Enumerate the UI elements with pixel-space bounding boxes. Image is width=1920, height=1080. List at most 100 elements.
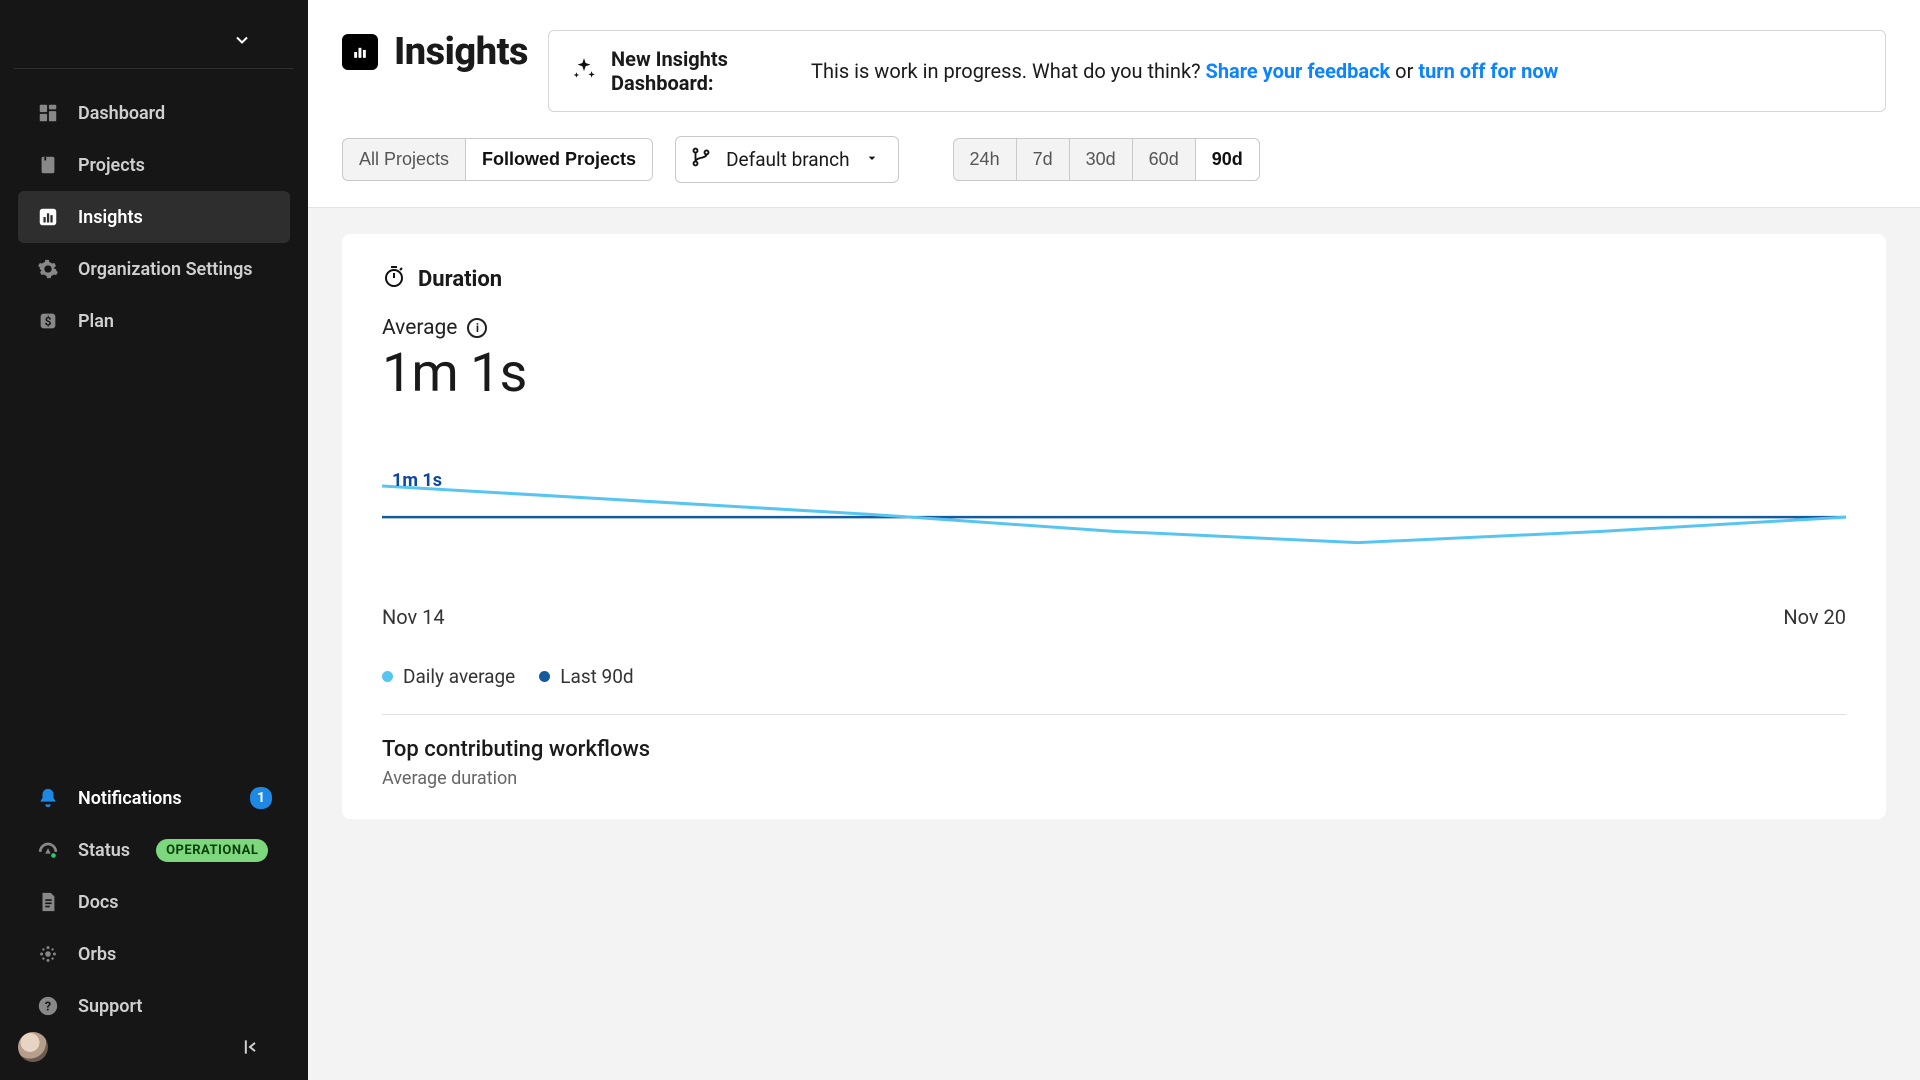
top-workflows-heading: Top contributing workflows <box>382 737 1846 762</box>
branch-selector[interactable]: Default branch <box>675 136 898 183</box>
range-24h[interactable]: 24h <box>954 139 1016 180</box>
sidebar-item-plan[interactable]: $ Plan <box>18 295 290 347</box>
sidebar-item-projects[interactable]: Projects <box>18 139 290 191</box>
insights-icon <box>36 205 60 229</box>
sidebar-nav-primary: Dashboard Projects Insights Organization… <box>0 87 308 347</box>
sidebar-item-docs[interactable]: Docs <box>18 876 290 928</box>
x-axis-end: Nov 20 <box>1783 605 1846 629</box>
main-content: Insights New Insights Dashboard: This is… <box>308 0 1920 1080</box>
share-feedback-link[interactable]: Share your feedback <box>1206 59 1391 83</box>
sidebar-item-status[interactable]: Status OPERATIONAL <box>18 824 290 876</box>
stat-value: 1m 1s <box>382 342 1846 405</box>
orb-icon <box>36 942 60 966</box>
collapse-sidebar-button[interactable] <box>236 1033 264 1061</box>
stat-label: Average <box>382 316 457 340</box>
sidebar-item-label: Projects <box>78 155 145 176</box>
chart-svg <box>382 435 1846 605</box>
sidebar-item-label: Plan <box>78 311 114 332</box>
sidebar-top <box>0 18 308 68</box>
org-switcher-toggle[interactable] <box>228 26 256 54</box>
content-area: Duration Average i 1m 1s 1m 1s Nov 14 No… <box>308 208 1920 1080</box>
scope-followed-projects[interactable]: Followed Projects <box>465 139 652 180</box>
branch-selector-value: Default branch <box>726 148 849 171</box>
legend-last90d-label: Last 90d <box>560 665 633 688</box>
gauge-icon <box>36 838 60 862</box>
range-90d[interactable]: 90d <box>1195 139 1259 180</box>
sidebar-item-label: Insights <box>78 207 143 228</box>
legend-dot-daily-icon <box>382 671 393 682</box>
sidebar-item-insights[interactable]: Insights <box>18 191 290 243</box>
average-line-label: 1m 1s <box>392 470 442 491</box>
notifications-count-badge: 1 <box>250 787 272 809</box>
sidebar-item-label: Docs <box>78 892 119 913</box>
duration-card: Duration Average i 1m 1s 1m 1s Nov 14 No… <box>342 234 1886 819</box>
help-icon: ? <box>36 994 60 1018</box>
main-header: Insights New Insights Dashboard: This is… <box>308 0 1920 136</box>
banner-text-middle: or <box>1390 59 1418 83</box>
legend-dot-last90d-icon <box>539 671 550 682</box>
svg-text:?: ? <box>45 1000 51 1015</box>
card-title: Duration <box>382 264 1846 294</box>
avatar[interactable] <box>18 1032 48 1062</box>
sidebar-item-org-settings[interactable]: Organization Settings <box>18 243 290 295</box>
time-range-group: 24h 7d 30d 60d 90d <box>953 138 1260 181</box>
git-branch-icon <box>690 146 712 173</box>
stopwatch-icon <box>382 264 406 294</box>
bell-icon <box>36 786 60 810</box>
average-stat: Average i 1m 1s <box>382 316 1846 405</box>
banner-body: This is work in progress. What do you th… <box>811 58 1558 85</box>
doc-icon <box>36 890 60 914</box>
page-title: Insights <box>394 30 528 74</box>
info-icon[interactable]: i <box>467 318 487 338</box>
dashboard-icon <box>36 101 60 125</box>
banner-heading-wrap: New Insights Dashboard: <box>571 47 791 95</box>
chart-x-axis: Nov 14 Nov 20 <box>382 605 1846 629</box>
duration-chart: 1m 1s Nov 14 Nov 20 <box>382 435 1846 645</box>
sidebar-divider <box>14 68 294 69</box>
sidebar-item-label: Orbs <box>78 944 116 965</box>
sidebar-nav-secondary: Notifications 1 Status OPERATIONAL Docs <box>0 772 308 1032</box>
scope-all-projects[interactable]: All Projects <box>343 139 465 180</box>
project-scope-group: All Projects Followed Projects <box>342 138 653 181</box>
status-badge: OPERATIONAL <box>156 839 268 862</box>
banner-heading: New Insights Dashboard: <box>611 47 791 95</box>
sidebar-item-notifications[interactable]: Notifications 1 <box>18 772 290 824</box>
legend-daily-label: Daily average <box>403 665 515 688</box>
sidebar-item-label: Notifications <box>78 788 182 809</box>
svg-text:$: $ <box>45 315 52 329</box>
legend-daily: Daily average <box>382 665 515 688</box>
collapse-icon <box>240 1037 260 1057</box>
sidebar-bottom <box>0 1032 308 1080</box>
x-axis-start: Nov 14 <box>382 605 445 629</box>
range-7d[interactable]: 7d <box>1016 139 1069 180</box>
sidebar-spacer <box>0 347 308 772</box>
sidebar: Dashboard Projects Insights Organization… <box>0 0 308 1080</box>
sidebar-item-support[interactable]: ? Support <box>18 980 290 1032</box>
stat-label-row: Average i <box>382 316 1846 340</box>
filters-toolbar: All Projects Followed Projects Default b… <box>308 136 1920 208</box>
chart-legend: Daily average Last 90d <box>382 665 1846 715</box>
sidebar-item-label: Status <box>78 840 130 861</box>
sidebar-item-label: Support <box>78 996 142 1017</box>
range-60d[interactable]: 60d <box>1132 139 1195 180</box>
turn-off-link[interactable]: turn off for now <box>1418 59 1558 83</box>
gear-icon <box>36 257 60 281</box>
top-workflows-subheading: Average duration <box>382 768 1846 789</box>
range-30d[interactable]: 30d <box>1069 139 1132 180</box>
sidebar-item-orbs[interactable]: Orbs <box>18 928 290 980</box>
sidebar-item-dashboard[interactable]: Dashboard <box>18 87 290 139</box>
card-title-text: Duration <box>418 267 502 292</box>
app-root: Dashboard Projects Insights Organization… <box>0 0 1920 1080</box>
chevron-down-icon <box>232 30 252 50</box>
insights-icon <box>342 34 378 70</box>
sparkle-icon <box>571 56 597 87</box>
caret-down-icon <box>864 148 880 171</box>
sidebar-item-label: Organization Settings <box>78 259 253 280</box>
page-title-wrap: Insights <box>342 30 528 74</box>
top-workflows-section: Top contributing workflows Average durat… <box>382 737 1846 789</box>
sidebar-item-label: Dashboard <box>78 103 165 124</box>
legend-last90d: Last 90d <box>539 665 633 688</box>
dollar-icon: $ <box>36 309 60 333</box>
projects-icon <box>36 153 60 177</box>
insights-banner: New Insights Dashboard: This is work in … <box>548 30 1886 112</box>
